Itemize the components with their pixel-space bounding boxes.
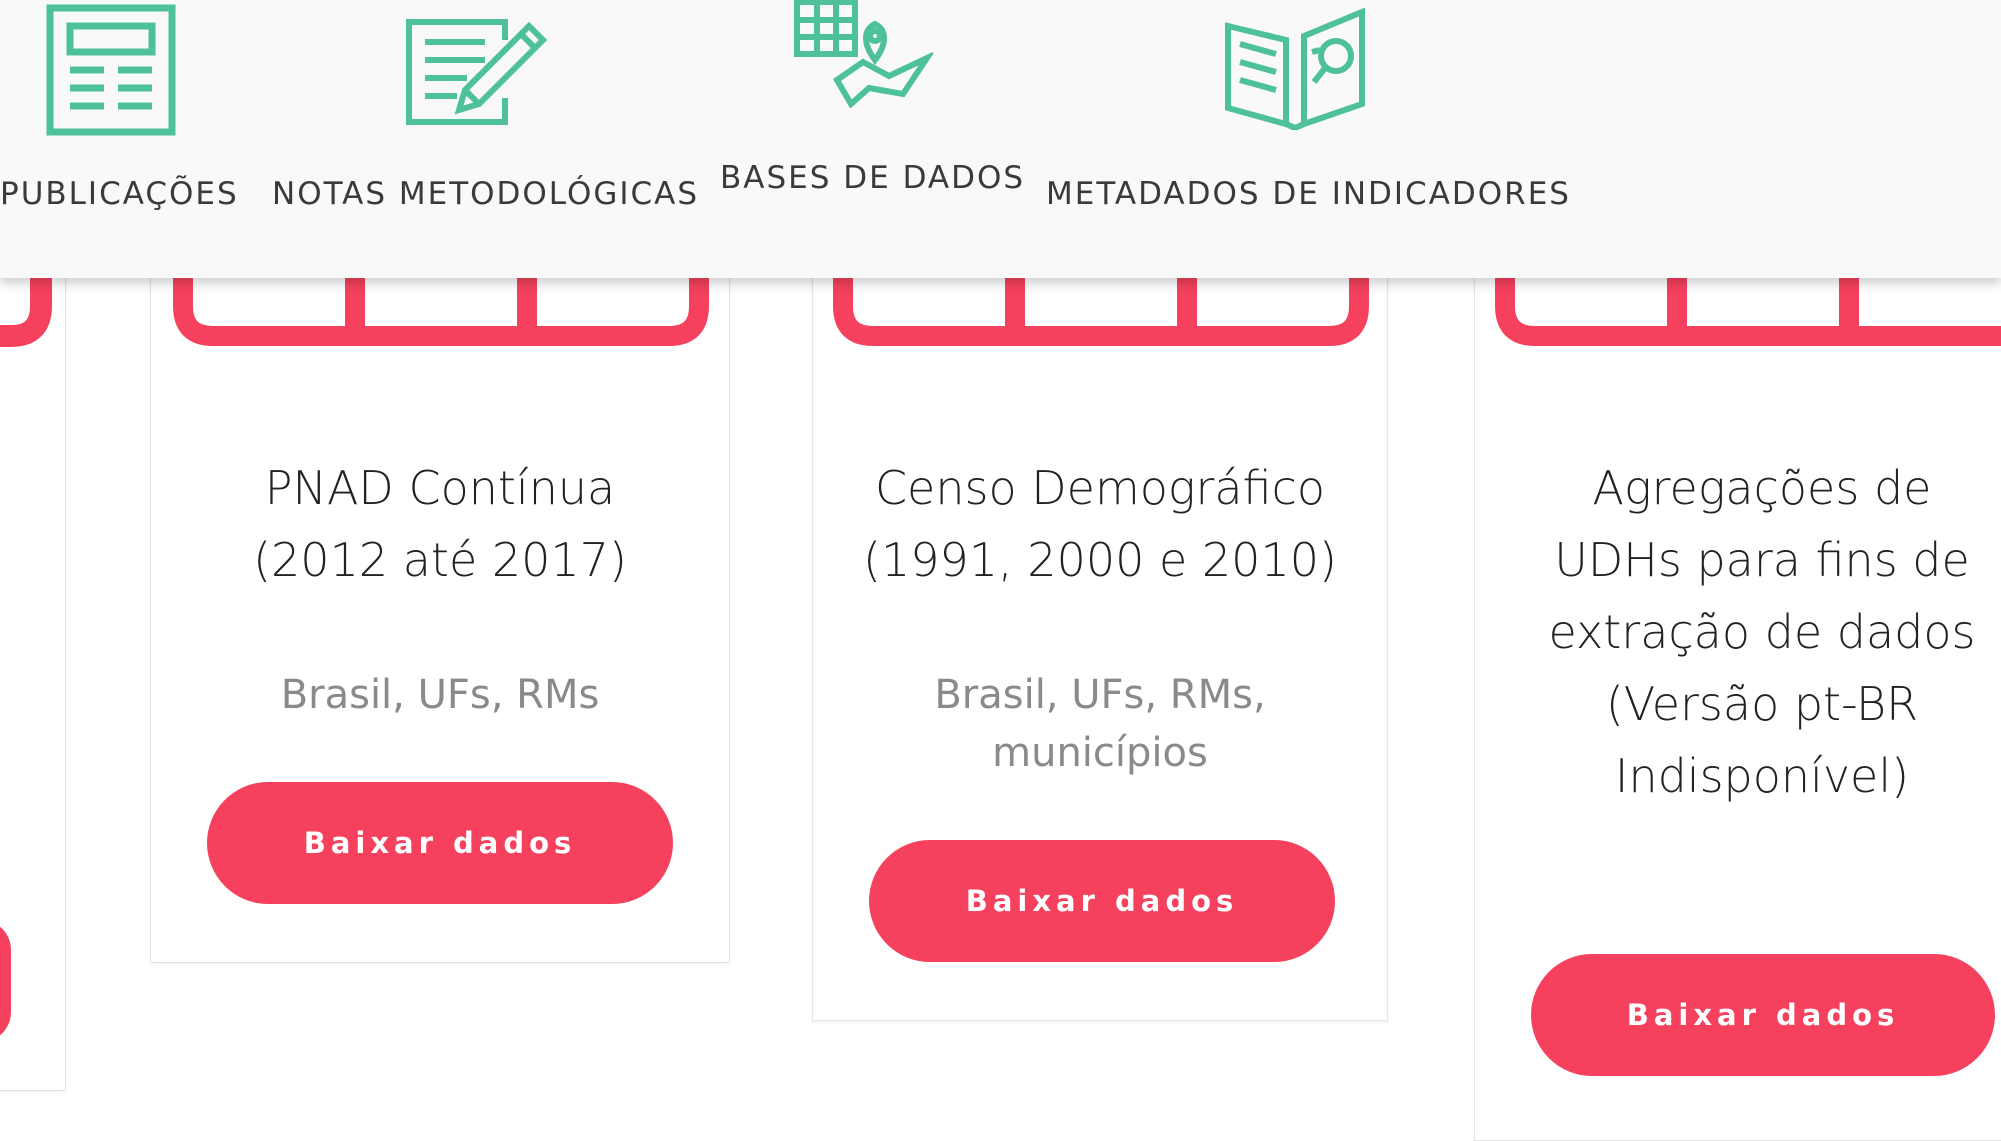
book-search-icon — [1225, 8, 1365, 130]
nav-label-bases-de-dados: BASES DE DADOS — [720, 160, 1026, 196]
card-title-line: Indisponível) — [1614, 749, 1910, 803]
download-button[interactable]: Baixar dados — [1531, 954, 1995, 1076]
card-agregacoes-udhs: Agregações de UDHs para fins de extração… — [1474, 260, 2001, 1141]
card-pnad-continua: PNAD Contínua (2012 até 2017) Brasil, UF… — [150, 260, 730, 963]
card-title-line: UDHs para fins de — [1554, 533, 1970, 587]
card-title-line: (1991, 2000 e 2010) — [863, 533, 1337, 587]
nav-label-metadados-de-indicadores: METADADOS DE INDICADORES — [1046, 176, 1571, 212]
download-button[interactable]: Baixar dados — [869, 840, 1335, 962]
card-censo-demografico: Censo Demográfico (1991, 2000 e 2010) Br… — [812, 260, 1388, 1021]
card-title-line: Censo Demográfico — [874, 461, 1326, 515]
card-title-line: PNAD Contínua — [264, 461, 616, 515]
card-coverage: Brasil, UFs, RMs, — [934, 672, 1266, 718]
card-coverage: Brasil, UFs, RMs — [280, 672, 600, 718]
card-title-line: (2012 até 2017) — [253, 533, 627, 587]
nav-label-notas-metodologicas: NOTAS METODOLÓGICAS — [272, 176, 700, 212]
nav-item-bases-de-dados[interactable]: BASES DE DADOS — [715, 0, 1023, 230]
card-coverage: municípios — [992, 730, 1208, 776]
card-title-line: Agregações de — [1592, 461, 1932, 515]
database-map-icon — [794, 0, 933, 108]
nav-item-publicacoes[interactable]: PUBLICAÇÕES — [0, 0, 240, 230]
nav-item-notas-metodologicas[interactable]: NOTAS METODOLÓGICAS — [265, 0, 697, 230]
notes-pencil-icon — [406, 19, 548, 125]
card-title-line: extração de dados — [1548, 605, 1976, 659]
publication-icon — [46, 4, 176, 136]
card-partial-left — [0, 260, 66, 1091]
nav-item-metadados-de-indicadores[interactable]: METADADOS DE INDICADORES — [1040, 0, 1569, 230]
partial-button-edge[interactable] — [0, 920, 11, 1042]
top-navigation: PUBLICAÇÕES NOTAS METODOLÓGICAS BASES DE… — [0, 0, 2001, 278]
download-button[interactable]: Baixar dados — [207, 782, 673, 904]
card-title-line: (Versão pt-BR — [1605, 677, 1919, 731]
nav-label-publicacoes: PUBLICAÇÕES — [0, 176, 239, 212]
